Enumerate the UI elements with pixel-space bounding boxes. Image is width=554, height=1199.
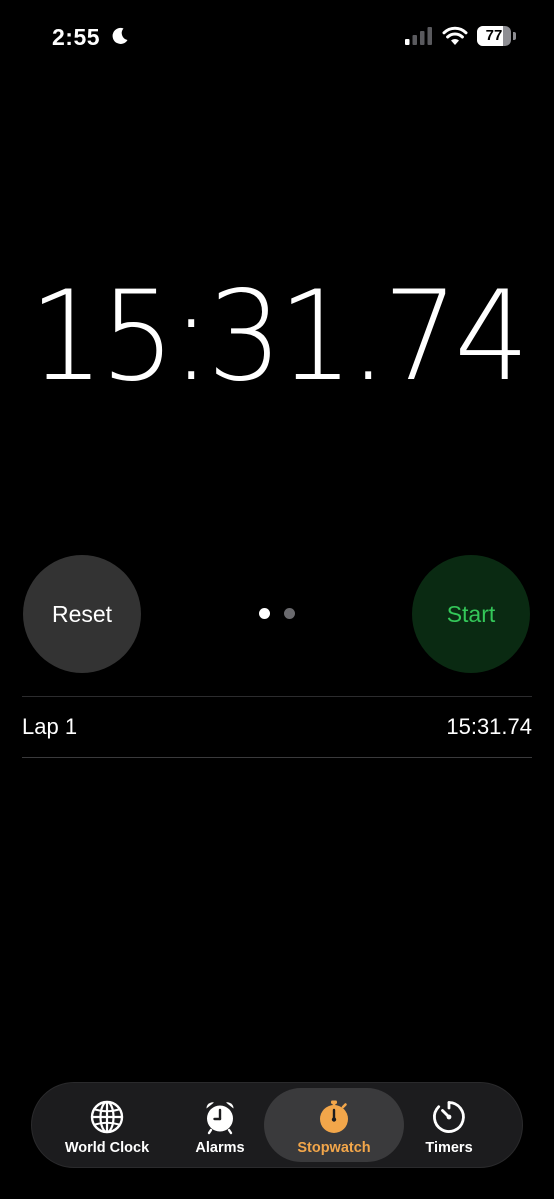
tab-alarms[interactable]: Alarms	[172, 1088, 268, 1162]
tab-stopwatch-label: Stopwatch	[297, 1140, 371, 1156]
tab-world-clock[interactable]: World Clock	[52, 1088, 162, 1162]
lap-label: Lap 1	[22, 714, 78, 739]
tab-bar: World Clock Alarms Stopwatch Timers	[31, 1082, 523, 1168]
lap-row: Lap 1 15:31.74	[22, 697, 532, 758]
alarm-clock-icon	[206, 1102, 234, 1135]
page-dot-2	[284, 608, 295, 619]
tab-timers-label: Timers	[425, 1140, 473, 1156]
status-bar: 2:55 77	[0, 0, 554, 74]
lap-list: Lap 1 15:31.74	[22, 696, 532, 758]
stopwatch-icon	[320, 1100, 348, 1133]
tab-timers[interactable]: Timers	[404, 1088, 494, 1162]
battery-level: 77	[485, 27, 503, 44]
timer-icon	[433, 1101, 465, 1133]
start-button[interactable]: Start	[412, 555, 530, 673]
start-button-label: Start	[446, 600, 496, 627]
tab-world-clock-label: World Clock	[64, 1140, 150, 1156]
cellular-signal-icon	[405, 27, 432, 45]
wifi-icon	[442, 26, 468, 45]
reset-button[interactable]: Reset	[23, 555, 141, 673]
stopwatch-time-text: 15:31.74	[28, 265, 529, 409]
page-indicator[interactable]	[258, 608, 298, 620]
stopwatch-time: 15:31.74	[0, 262, 554, 412]
status-time: 2:55	[52, 24, 101, 50]
moon-icon	[112, 27, 128, 44]
tab-alarms-label: Alarms	[195, 1140, 245, 1156]
page-dot-1	[259, 608, 270, 619]
globe-icon	[90, 1100, 124, 1134]
lap-time: 15:31.74	[446, 714, 532, 739]
tab-stopwatch[interactable]: Stopwatch	[264, 1088, 404, 1162]
battery-icon: 77	[477, 26, 517, 46]
reset-button-label: Reset	[51, 600, 113, 627]
